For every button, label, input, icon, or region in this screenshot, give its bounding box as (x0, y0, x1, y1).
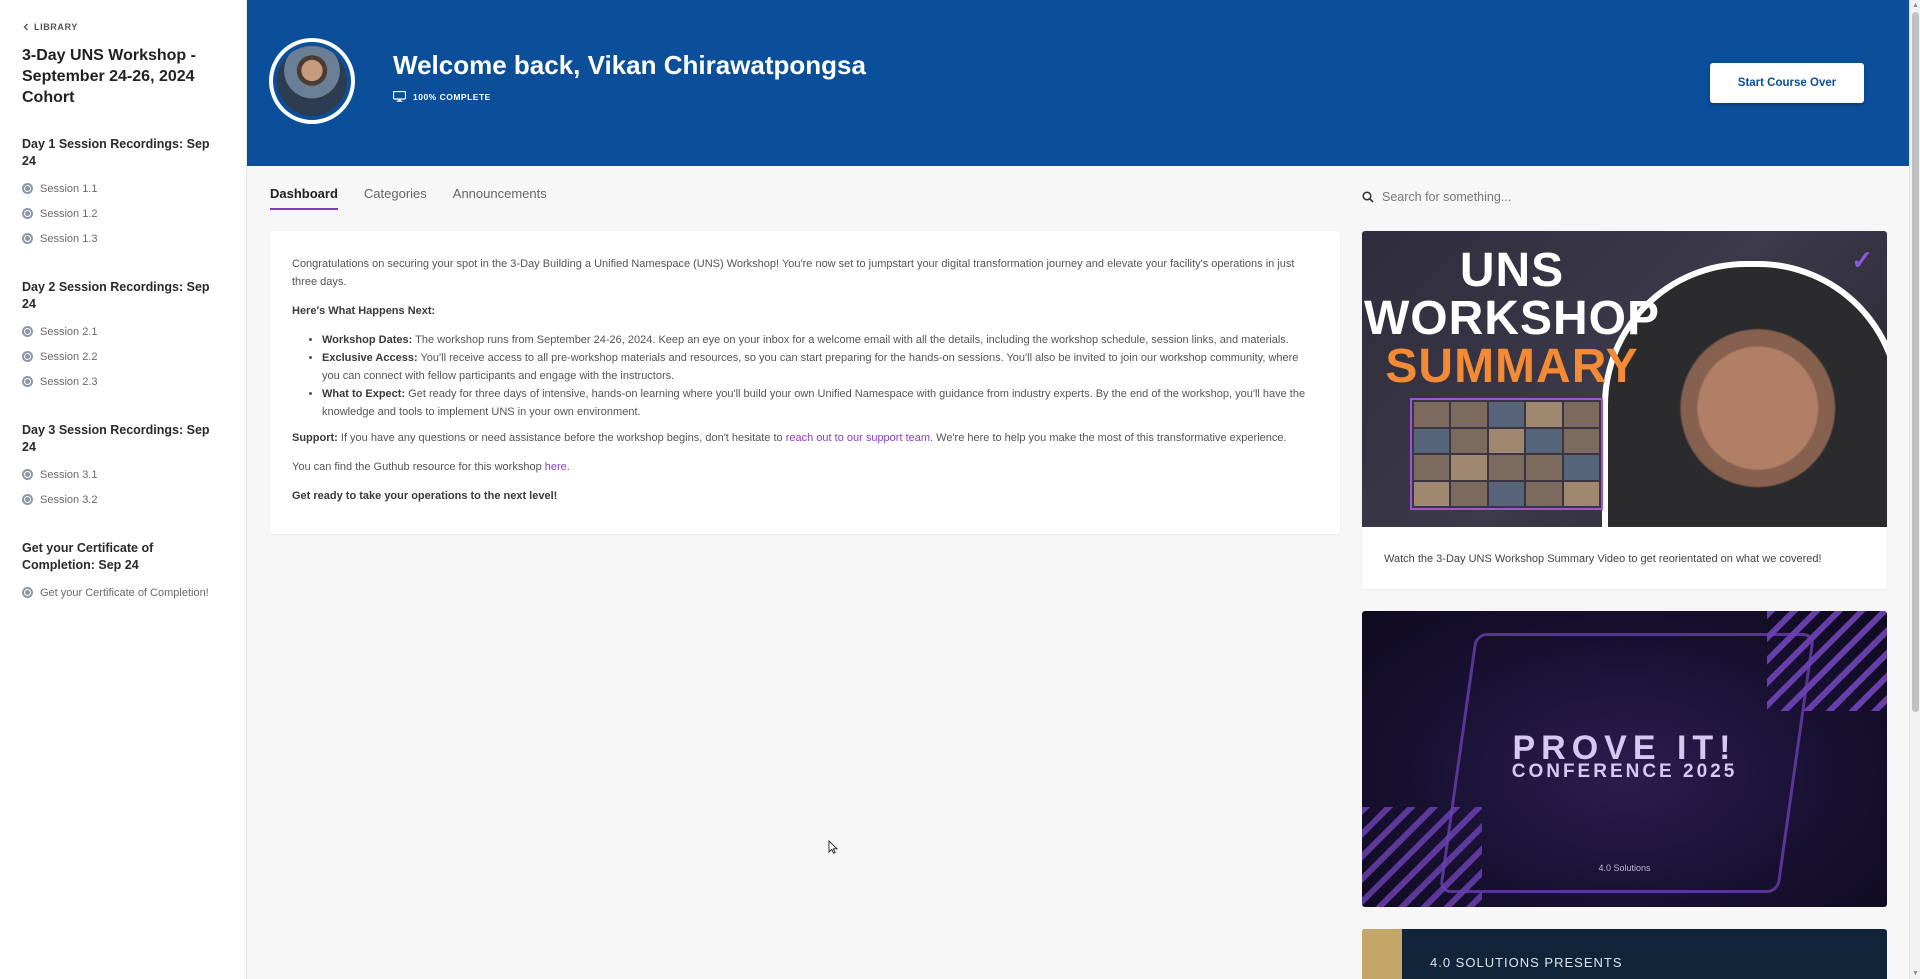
lesson-item[interactable]: Session 2.2 (22, 344, 224, 369)
tab-categories[interactable]: Categories (364, 186, 427, 210)
lesson-label: Session 2.3 (40, 375, 98, 388)
intro-paragraph: Congratulations on securing your spot in… (292, 258, 1295, 288)
search-icon (1362, 191, 1374, 203)
welcome-header: Welcome back, Vikan Chirawatpongsa 100% … (247, 0, 1909, 166)
mouse-cursor-icon (828, 840, 838, 854)
lesson-item[interactable]: Session 1.1 (22, 176, 224, 201)
progress-label: 100% COMPLETE (413, 91, 491, 102)
lesson-status-icon (22, 326, 33, 337)
monitor-icon (393, 91, 406, 102)
course-sidebar: LIBRARY 3-Day UNS Workshop - September 2… (0, 0, 247, 979)
bullet-text: You'll receive access to all pre-worksho… (322, 352, 1299, 382)
github-text: You can find the Guthub resource for thi… (292, 461, 545, 473)
lesson-label: Session 1.3 (40, 232, 98, 245)
sidebar-section-day2: Day 2 Session Recordings: Sep 24 Session… (22, 279, 224, 394)
list-item: Workshop Dates: The workshop runs from S… (322, 331, 1318, 349)
start-course-over-button[interactable]: Start Course Over (1710, 63, 1864, 103)
bullet-text: The workshop runs from September 24-26, … (412, 334, 1289, 346)
conference-logo-text: 4.0 Solutions (1598, 863, 1651, 873)
conference-thumbnail[interactable]: PROVE IT! CONFERENCE 2025 4.0 Solutions (1362, 611, 1887, 907)
tab-announcements[interactable]: Announcements (453, 186, 547, 210)
section-title[interactable]: Get your Certificate of Completion: Sep … (22, 540, 224, 574)
list-item: What to Expect: Get ready for three days… (322, 385, 1318, 421)
lesson-label: Session 2.2 (40, 350, 98, 363)
bullet-label: Exclusive Access: (322, 352, 418, 364)
github-link[interactable]: here (545, 461, 567, 473)
lesson-item[interactable]: Session 1.2 (22, 201, 224, 226)
thumbnail-title-line1: UNS (1459, 244, 1565, 297)
lesson-label: Session 3.2 (40, 493, 98, 506)
scroll-up-arrow-icon[interactable]: ▲ (1912, 2, 1919, 9)
thumbnail-title-line3: SUMMARY (1385, 340, 1639, 393)
support-paragraph: Support: If you have any questions or ne… (292, 429, 1318, 447)
section-title[interactable]: Day 1 Session Recordings: Sep 24 (22, 136, 224, 170)
sidebar-section-day3: Day 3 Session Recordings: Sep 24 Session… (22, 422, 224, 512)
conference-subtitle: CONFERENCE 2025 (1511, 761, 1738, 782)
closing-paragraph: Get ready to take your operations to the… (292, 487, 1318, 505)
avatar-photo (277, 46, 347, 116)
scrollbar-thumb[interactable] (1912, 12, 1919, 712)
lesson-item[interactable]: Get your Certificate of Completion! (22, 580, 224, 605)
support-text-after: . We're here to help you make the most o… (930, 432, 1287, 444)
lesson-status-icon (22, 587, 33, 598)
lesson-item[interactable]: Session 2.3 (22, 369, 224, 394)
lesson-status-icon (22, 494, 33, 505)
closing-text: Get ready to take your operations to the… (292, 490, 558, 502)
lesson-status-icon (22, 183, 33, 194)
sidebar-section-certificate: Get your Certificate of Completion: Sep … (22, 540, 224, 605)
next-steps-list: Workshop Dates: The workshop runs from S… (322, 331, 1318, 421)
github-text-after: . (566, 461, 570, 473)
section-title[interactable]: Day 2 Session Recordings: Sep 24 (22, 279, 224, 313)
dashboard-tabs: Dashboard Categories Announcements (270, 186, 547, 210)
lesson-status-icon (22, 208, 33, 219)
bullet-text: Get ready for three days of intensive, h… (322, 388, 1306, 418)
tab-dashboard[interactable]: Dashboard (270, 186, 338, 210)
lesson-item[interactable]: Session 2.1 (22, 319, 224, 344)
progress-indicator: 100% COMPLETE (393, 91, 491, 102)
library-back-label: LIBRARY (34, 22, 78, 32)
lesson-status-icon (22, 351, 33, 362)
decorative-bar (1362, 929, 1402, 979)
support-team-link[interactable]: reach out to our support team (786, 432, 930, 444)
search-bar (1362, 186, 1887, 208)
summary-video-caption: Watch the 3-Day UNS Workshop Summary Vid… (1384, 553, 1822, 565)
welcome-content-card: Congratulations on securing your spot in… (270, 231, 1340, 534)
bullet-label: Workshop Dates: (322, 334, 413, 346)
presents-text: 4.0 SOLUTIONS PRESENTS (1430, 955, 1623, 970)
lesson-label: Session 1.1 (40, 182, 98, 195)
github-paragraph: You can find the Guthub resource for thi… (292, 458, 1318, 476)
search-input[interactable] (1382, 190, 1862, 204)
scroll-down-arrow-icon[interactable]: ▼ (1912, 970, 1919, 977)
list-item: Exclusive Access: You'll receive access … (322, 349, 1318, 385)
bullet-label: What to Expect: (322, 388, 406, 400)
section-title[interactable]: Day 3 Session Recordings: Sep 24 (22, 422, 224, 456)
support-label: Support: (292, 432, 338, 444)
lesson-label: Session 3.1 (40, 468, 98, 481)
lesson-label: Session 2.1 (40, 325, 98, 338)
lesson-status-icon (22, 376, 33, 387)
lesson-item[interactable]: Session 1.3 (22, 226, 224, 251)
page-scrollbar[interactable]: ▲ ▼ (1909, 0, 1920, 979)
avatar (269, 38, 355, 124)
thumbnail-title-line2: WORKSHOP (1364, 292, 1660, 345)
lesson-item[interactable]: Session 3.1 (22, 462, 224, 487)
summary-video-thumbnail[interactable]: UNS WORKSHOP SUMMARY ✓ (1362, 231, 1887, 527)
lesson-status-icon (22, 469, 33, 480)
summary-video-card: UNS WORKSHOP SUMMARY ✓ Watch the 3-Day U… (1362, 231, 1887, 589)
video-call-grid-image (1410, 398, 1603, 510)
chevron-left-icon (23, 23, 28, 31)
next-heading: Here's What Happens Next: (292, 302, 1318, 320)
support-text: If you have any questions or need assist… (337, 432, 786, 444)
lesson-item[interactable]: Session 3.2 (22, 487, 224, 512)
sidebar-section-day1: Day 1 Session Recordings: Sep 24 Session… (22, 136, 224, 251)
lesson-label: Get your Certificate of Completion! (40, 586, 209, 599)
next-heading-text: Here's What Happens Next: (292, 305, 436, 317)
welcome-title: Welcome back, Vikan Chirawatpongsa (393, 50, 866, 80)
presents-thumbnail[interactable]: 4.0 SOLUTIONS PRESENTS (1362, 929, 1887, 979)
library-back-link[interactable]: LIBRARY (22, 22, 224, 32)
course-title: 3-Day UNS Workshop - September 24-26, 20… (22, 47, 196, 106)
lesson-label: Session 1.2 (40, 207, 98, 220)
lesson-status-icon (22, 233, 33, 244)
brand-check-icon: ✓ (1851, 245, 1873, 275)
